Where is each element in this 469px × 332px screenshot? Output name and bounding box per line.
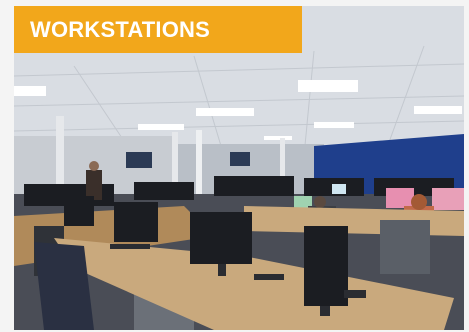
jacket-on-chair [34,242,94,330]
office-workstations-photo [14,6,464,330]
image-frame: WORKSTATIONS [0,0,469,332]
desk [244,206,464,236]
wall-tv [126,152,152,168]
caption-banner: WORKSTATIONS [14,6,302,53]
column [196,130,202,196]
wall-tv [230,152,250,166]
